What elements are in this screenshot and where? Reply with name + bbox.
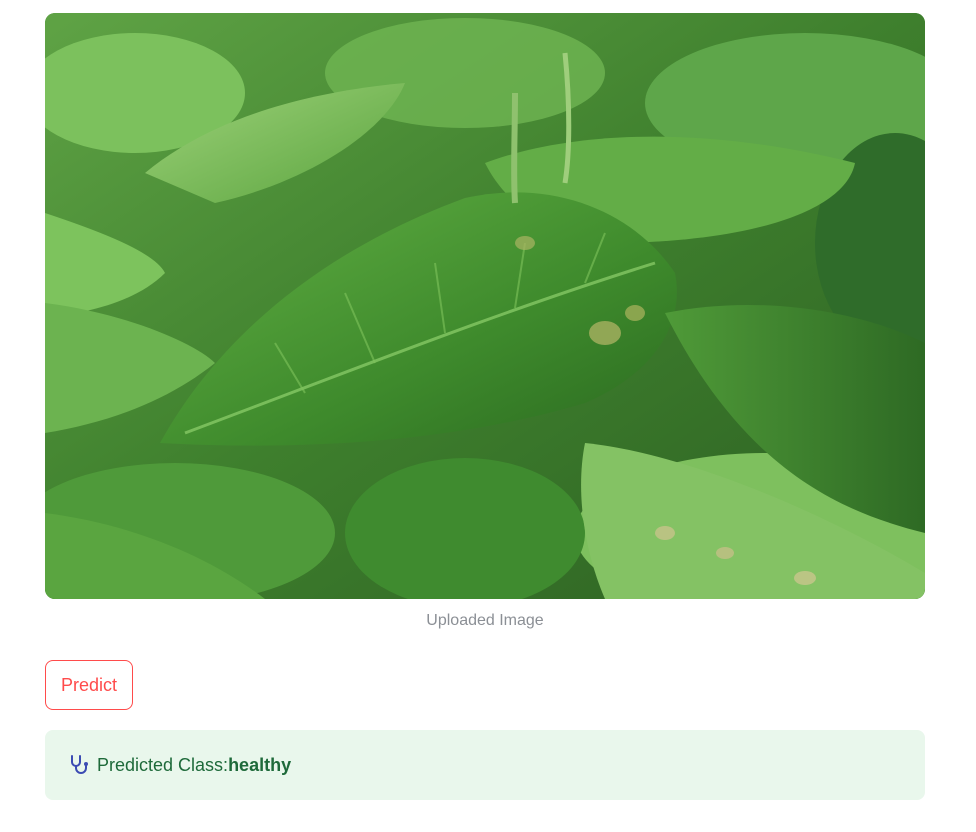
- leaf-photo: [45, 13, 925, 599]
- uploaded-image: [45, 13, 925, 599]
- predict-button[interactable]: Predict: [45, 660, 134, 710]
- prediction-value: healthy: [228, 754, 292, 775]
- stethoscope-icon: [67, 753, 91, 777]
- app-page: Uploaded Image Predict Predicted Class: …: [0, 0, 976, 832]
- prediction-label: Predicted Class:: [97, 754, 229, 775]
- image-caption: Uploaded Image: [426, 612, 544, 629]
- prediction-result-box: Predicted Class: healthy: [45, 730, 925, 800]
